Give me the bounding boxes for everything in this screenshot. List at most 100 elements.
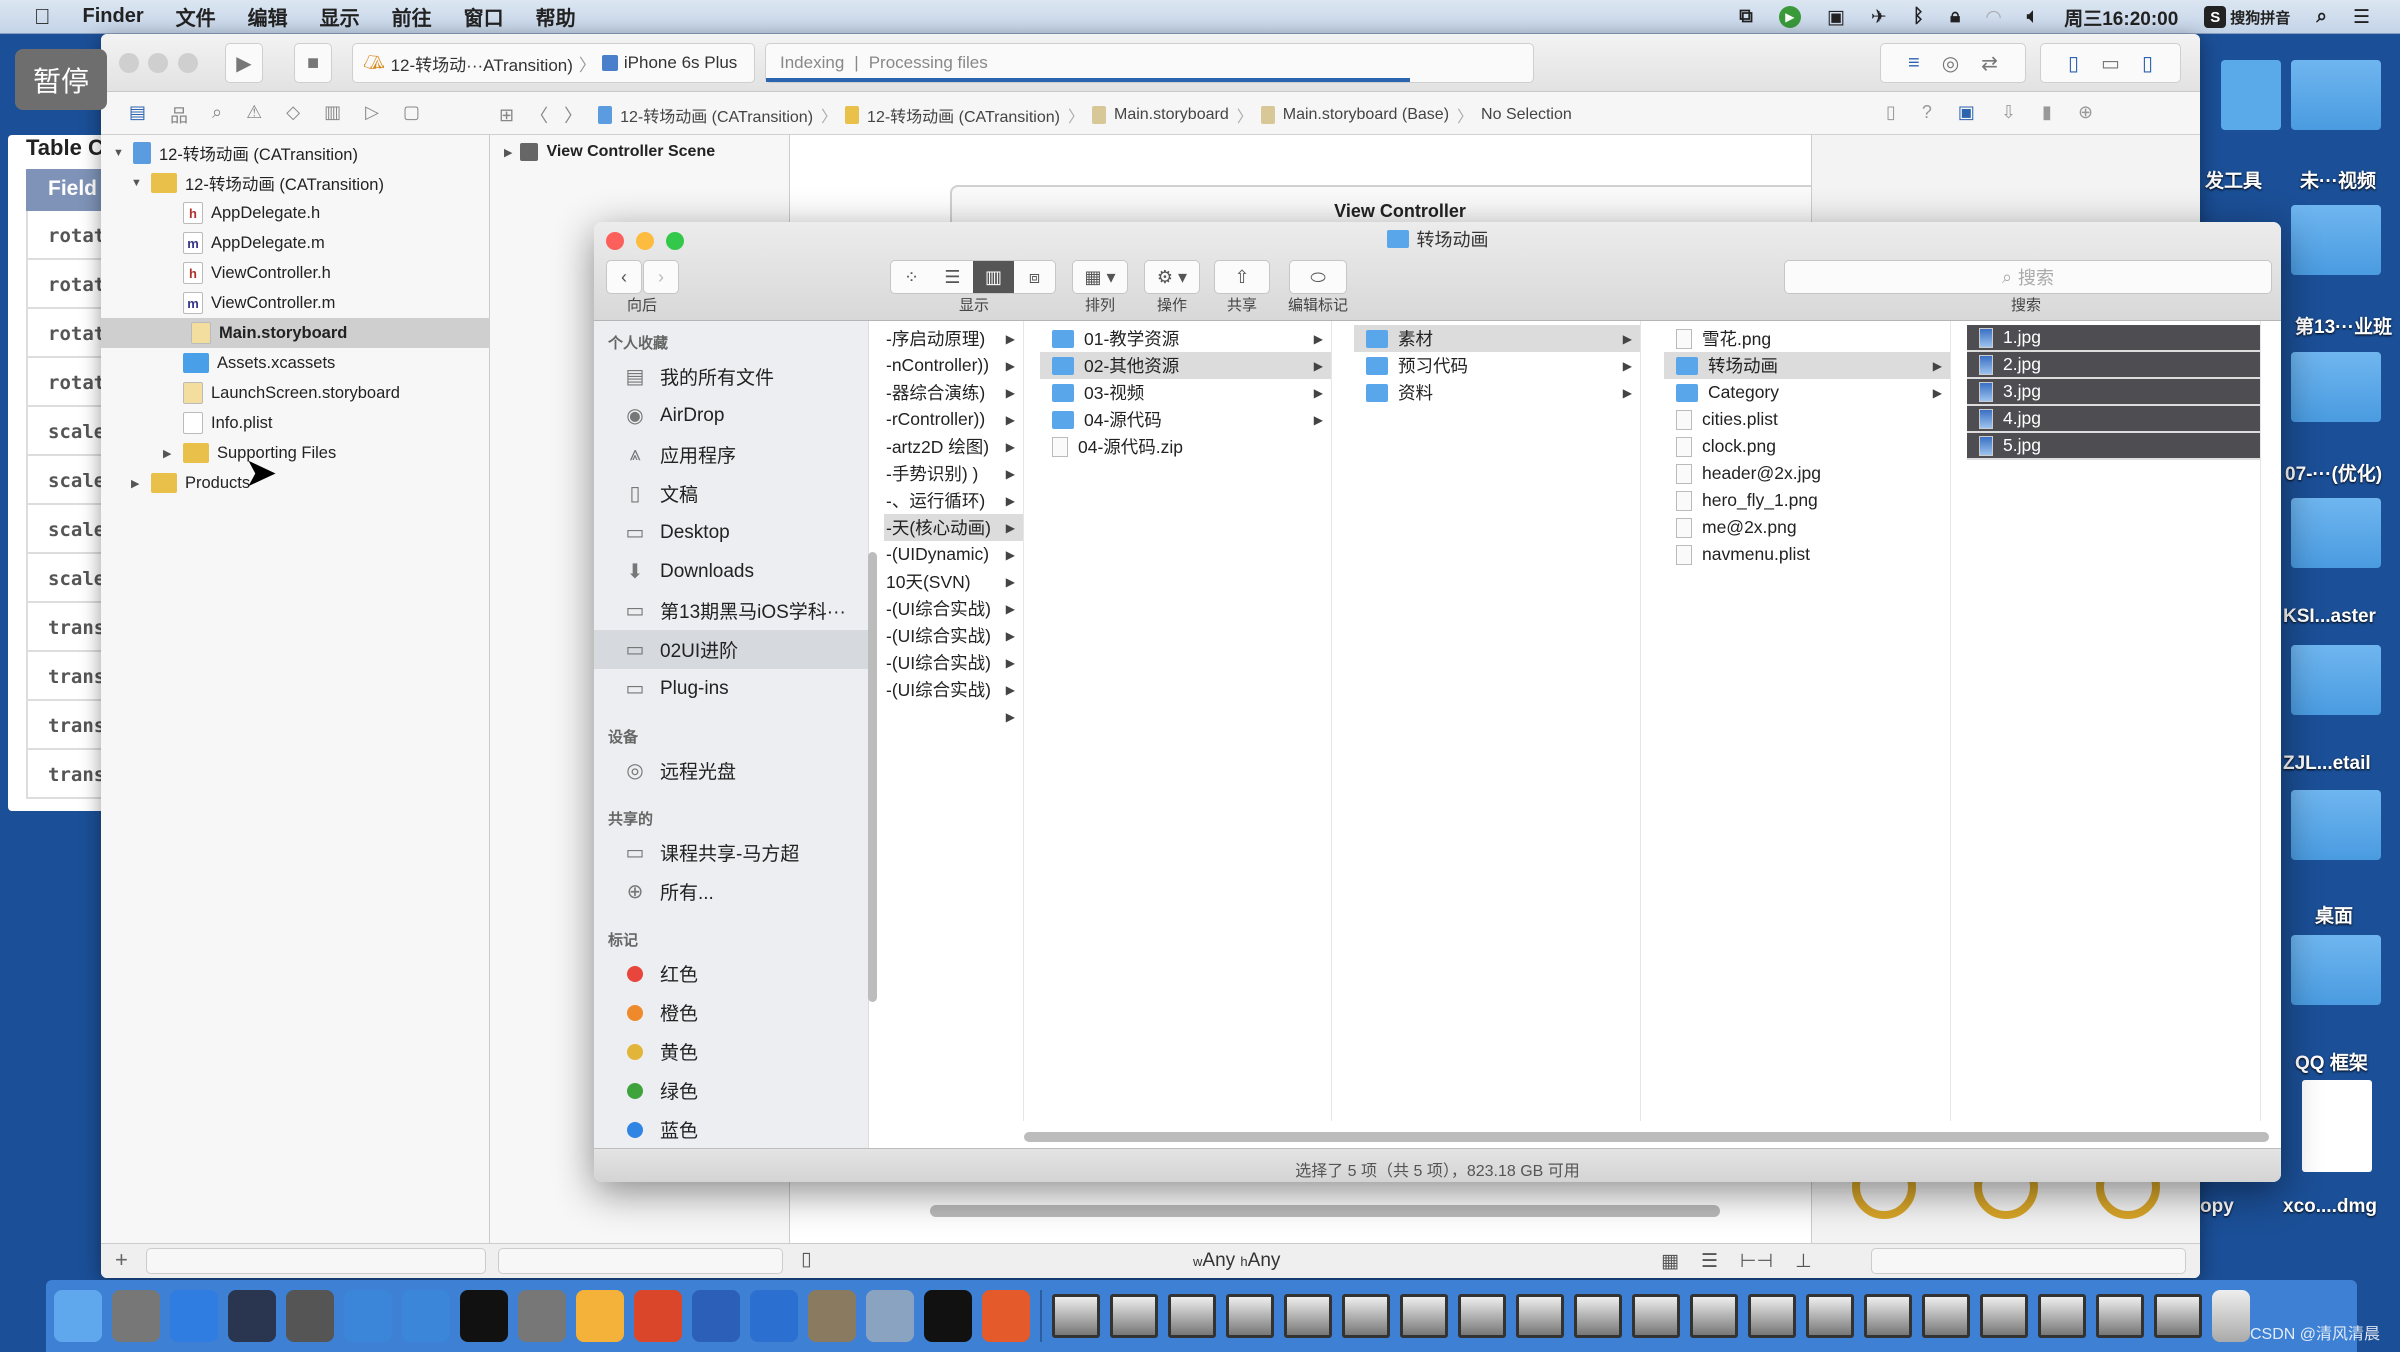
align-icon[interactable]: ☰: [1701, 1250, 1718, 1273]
back-icon[interactable]: 〈: [530, 102, 548, 128]
file-row[interactable]: -(UI综合实战) ▶: [884, 649, 1023, 676]
report-navigator-icon[interactable]: ▢: [403, 102, 420, 128]
dock-minimized-window-icon[interactable]: [1342, 1294, 1390, 1338]
camera-icon[interactable]: ▣: [1827, 6, 1845, 29]
dock-minimized-window-icon[interactable]: [1110, 1294, 1158, 1338]
breadcrumb-item[interactable]: 12-转场动画 (CATransition): [620, 103, 813, 127]
navigator-toggle-icon[interactable]: ▯: [2068, 51, 2079, 76]
list-view-icon[interactable]: ☰: [932, 267, 973, 288]
dock-sketch-icon[interactable]: [576, 1290, 624, 1342]
dock-minimized-window-icon[interactable]: [1980, 1294, 2028, 1338]
lock-icon[interactable]: 🔒︎: [1950, 6, 1960, 28]
desktop-item-label[interactable]: 桌面: [2315, 901, 2353, 928]
inspector-toggle-icon[interactable]: ▯: [2142, 51, 2153, 76]
dock-minimized-window-icon[interactable]: [1052, 1294, 1100, 1338]
desktop-folder-icon[interactable]: [2291, 498, 2381, 568]
menu-item[interactable]: 前往: [392, 2, 432, 31]
navigator-item[interactable]: ▼ 12-转场动画 (CATransition): [113, 138, 358, 168]
sidebar-item[interactable]: ◎ 远程光盘: [594, 751, 868, 790]
library-filter-input[interactable]: [1871, 1248, 2186, 1274]
dock-teamviewer-icon[interactable]: [750, 1290, 798, 1342]
connections-inspector-icon[interactable]: ⊕: [2078, 102, 2093, 123]
desktop-folder-icon[interactable]: [2291, 645, 2381, 715]
sidebar-item[interactable]: ⬇ Downloads: [594, 552, 868, 591]
sidebar-item[interactable]: ▤ 我的所有文件: [594, 357, 868, 396]
navigator-item[interactable]: h AppDelegate.h: [163, 198, 320, 228]
file-row[interactable]: -rController)) ▶: [884, 406, 1023, 433]
navigator-filter-input[interactable]: [146, 1248, 486, 1274]
canvas-horizontal-scrollbar[interactable]: [930, 1205, 1720, 1217]
file-row[interactable]: -nController)) ▶: [884, 352, 1023, 379]
desktop-item-label[interactable]: KSI...aster: [2283, 606, 2376, 628]
dock-minimized-window-icon[interactable]: [1574, 1294, 1622, 1338]
file-row[interactable]: 预习代码 ▶: [1354, 352, 1640, 379]
navigator-item[interactable]: Info.plist: [163, 408, 272, 438]
navigator-item[interactable]: m ViewController.m: [163, 288, 335, 318]
dock-finder-icon[interactable]: [54, 1290, 102, 1342]
breadcrumb-item[interactable]: Main.storyboard (Base): [1283, 106, 1449, 124]
attributes-inspector-icon[interactable]: ⇩: [2001, 102, 2016, 123]
dock-mouse-icon[interactable]: [228, 1290, 276, 1342]
sidebar-item[interactable]: 绿色: [594, 1071, 868, 1110]
sidebar-item[interactable]: ▯ 文稿: [594, 474, 868, 513]
navigator-item[interactable]: LaunchScreen.storyboard: [163, 378, 400, 408]
dock-preview-icon[interactable]: [866, 1290, 914, 1342]
outline-scene-item[interactable]: ▶ View Controller Scene: [504, 143, 715, 161]
file-row[interactable]: 5.jpg: [1967, 433, 2260, 460]
navigator-item[interactable]: Assets.xcassets: [163, 348, 335, 378]
dock-xcode-icon[interactable]: [344, 1290, 392, 1342]
sidebar-item[interactable]: 橙色: [594, 993, 868, 1032]
file-row[interactable]: 2.jpg: [1967, 352, 2260, 379]
desktop-folder-icon[interactable]: [2291, 935, 2381, 1005]
dock-minimized-window-icon[interactable]: [1922, 1294, 1970, 1338]
navigator-item[interactable]: m AppDelegate.m: [163, 228, 325, 258]
debug-navigator-icon[interactable]: ▥: [324, 102, 341, 128]
file-row[interactable]: -手势识别) ) ▶: [884, 460, 1023, 487]
column-vertical-scrollbar[interactable]: [868, 552, 877, 1002]
resolve-icon[interactable]: ⊥: [1795, 1250, 1812, 1273]
pin-icon[interactable]: ⊢⊣: [1740, 1250, 1773, 1273]
file-row[interactable]: ▶: [884, 703, 1023, 730]
file-row[interactable]: hero_fly_1.png: [1664, 487, 1950, 514]
icon-view-icon[interactable]: ⁘: [891, 267, 932, 288]
column-view-icon[interactable]: ▥: [973, 261, 1014, 293]
hide-outline-icon[interactable]: ▯: [801, 1248, 811, 1271]
file-row[interactable]: 01-教学资源 ▶: [1040, 325, 1331, 352]
file-row[interactable]: -器综合演练) ▶: [884, 379, 1023, 406]
dock-minimized-window-icon[interactable]: [1400, 1294, 1448, 1338]
dock-minimized-window-icon[interactable]: [2154, 1294, 2202, 1338]
disclosure-triangle-icon[interactable]: ▼: [131, 177, 143, 189]
dock-console-icon[interactable]: [924, 1290, 972, 1342]
sidebar-item[interactable]: ⩓ 应用程序: [594, 435, 868, 474]
file-row[interactable]: cities.plist: [1664, 406, 1950, 433]
desktop-item-label[interactable]: 发工具: [2205, 166, 2262, 193]
test-navigator-icon[interactable]: ◇: [286, 102, 300, 128]
menu-item[interactable]: 帮助: [536, 2, 576, 31]
quick-help-icon[interactable]: ?: [1922, 102, 1932, 123]
desktop-item-label[interactable]: QQ 框架: [2295, 1048, 2368, 1075]
sidebar-item[interactable]: 黄色: [594, 1032, 868, 1071]
dmg-file-icon[interactable]: [2302, 1080, 2372, 1172]
edit-tags-button[interactable]: ⬭: [1289, 260, 1347, 294]
project-navigator-icon[interactable]: ▤: [129, 102, 146, 128]
minimize-button[interactable]: [148, 53, 168, 73]
related-items-icon[interactable]: ⊞: [499, 105, 514, 126]
file-row[interactable]: -(UI综合实战) ▶: [884, 622, 1023, 649]
symbol-navigator-icon[interactable]: 品: [170, 102, 188, 128]
search-input[interactable]: ⌕ 搜索: [1784, 260, 2272, 294]
airplane-icon[interactable]: ✈: [1871, 6, 1887, 29]
file-row[interactable]: navmenu.plist: [1664, 541, 1950, 568]
screen-mirror-icon[interactable]: ⧉: [1739, 6, 1753, 28]
dock-powerpoint-icon[interactable]: [634, 1290, 682, 1342]
outline-filter-input[interactable]: [498, 1248, 783, 1274]
identity-inspector-icon[interactable]: ▣: [1958, 102, 1975, 123]
close-button[interactable]: [119, 53, 139, 73]
stack-icon[interactable]: ▦: [1661, 1250, 1679, 1273]
trash-icon[interactable]: [2212, 1290, 2250, 1342]
clock[interactable]: 周三16:20:00: [2064, 4, 2178, 31]
dock-minimized-window-icon[interactable]: [1516, 1294, 1564, 1338]
dock-minimized-window-icon[interactable]: [1284, 1294, 1332, 1338]
bluetooth-icon[interactable]: ᛒ: [1913, 6, 1924, 28]
file-row[interactable]: 04-源代码 ▶: [1040, 406, 1331, 433]
file-row[interactable]: 3.jpg: [1967, 379, 2260, 406]
